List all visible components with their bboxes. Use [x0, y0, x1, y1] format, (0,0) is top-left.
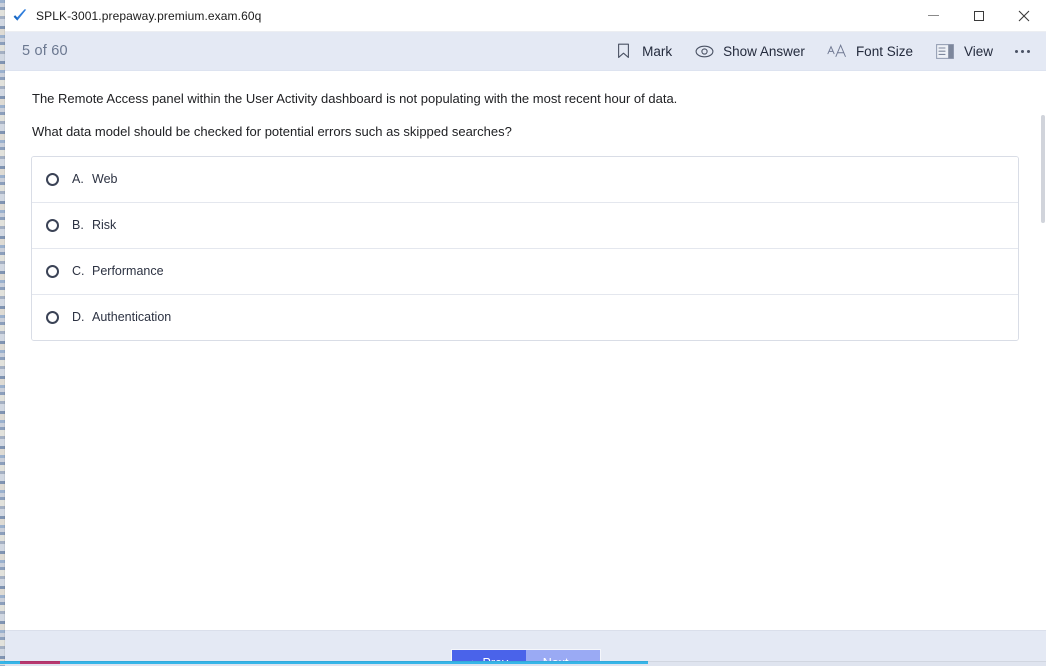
font-size-button[interactable]: Font Size [816, 32, 924, 70]
radio-button-c[interactable] [46, 264, 59, 278]
view-button[interactable]: View [924, 32, 1004, 70]
option-row-d[interactable]: D. Authentication [32, 294, 1018, 340]
option-row-a[interactable]: A. Web [32, 156, 1018, 203]
option-row-c[interactable]: C. Performance [32, 248, 1018, 295]
question-prompt: What data model should be checked for po… [32, 123, 512, 139]
more-icon [1015, 49, 1030, 53]
mark-button[interactable]: Mark [602, 32, 683, 70]
question-counter: 5 of 60 [22, 43, 68, 59]
close-button[interactable] [1001, 0, 1046, 31]
blue-check-icon [13, 8, 27, 23]
mark-label: Mark [642, 43, 673, 59]
prev-label: Prev [483, 656, 509, 662]
font-size-label: Font Size [855, 43, 913, 59]
content-scrollbar-thumb[interactable] [1041, 115, 1045, 223]
more-options-button[interactable] [1004, 32, 1046, 70]
question-block: The Remote Access panel within the User … [5, 71, 1046, 142]
content-scrollbar[interactable] [1041, 71, 1045, 630]
eye-icon [694, 42, 714, 60]
toolbar-actions: Mark Show Answer Font Size View [602, 32, 1046, 70]
option-text-c: Performance [92, 264, 164, 279]
navigation-buttons: ‹ Prev Next › [451, 650, 600, 662]
font-size-icon [827, 42, 847, 60]
taskbar-right-fill [760, 661, 1046, 664]
maximize-button[interactable] [956, 0, 1001, 31]
window-controls [911, 0, 1046, 31]
radio-button-a[interactable] [46, 172, 59, 186]
show-answer-button[interactable]: Show Answer [683, 32, 816, 70]
next-button[interactable]: Next › [525, 650, 600, 662]
view-label: View [963, 43, 993, 59]
chevron-right-icon: › [577, 657, 582, 662]
option-text-a: Web [92, 172, 118, 187]
footer: ‹ Prev Next › [5, 630, 1046, 661]
bookmark-icon [613, 42, 633, 60]
option-text-d: Authentication [92, 310, 172, 325]
taskbar-accent-segment [20, 661, 60, 664]
title-bar[interactable]: SPLK-3001.prepaway.premium.exam.60q [5, 0, 1046, 32]
option-letter-a: A. [72, 172, 84, 187]
option-text-b: Risk [92, 218, 117, 233]
taskbar-accent-line [0, 661, 648, 664]
maximize-icon [973, 10, 984, 21]
window-title: SPLK-3001.prepaway.premium.exam.60q [36, 8, 262, 23]
radio-button-b[interactable] [46, 218, 59, 232]
option-letter-d: D. [72, 310, 85, 325]
next-label: Next [543, 656, 569, 662]
prev-button[interactable]: ‹ Prev [451, 650, 526, 662]
toolbar: 5 of 60 Mark Show Answer Font Size View [5, 32, 1046, 71]
option-letter-c: C. [72, 264, 85, 279]
close-icon [1018, 10, 1029, 21]
chevron-left-icon: ‹ [469, 657, 474, 662]
options-list: A. Web B. Risk C. Performance D. Authent… [31, 155, 1019, 341]
minimize-button[interactable] [911, 0, 956, 31]
option-row-b[interactable]: B. Risk [32, 202, 1018, 249]
radio-button-d[interactable] [46, 310, 59, 324]
content-area: The Remote Access panel within the User … [5, 71, 1046, 630]
option-letter-b: B. [72, 218, 84, 233]
minimize-icon [928, 15, 939, 16]
view-panel-icon [935, 42, 955, 60]
show-answer-label: Show Answer [723, 43, 805, 59]
application-window: SPLK-3001.prepaway.premium.exam.60q 5 of… [5, 0, 1046, 661]
question-statement: The Remote Access panel within the User … [32, 91, 678, 106]
